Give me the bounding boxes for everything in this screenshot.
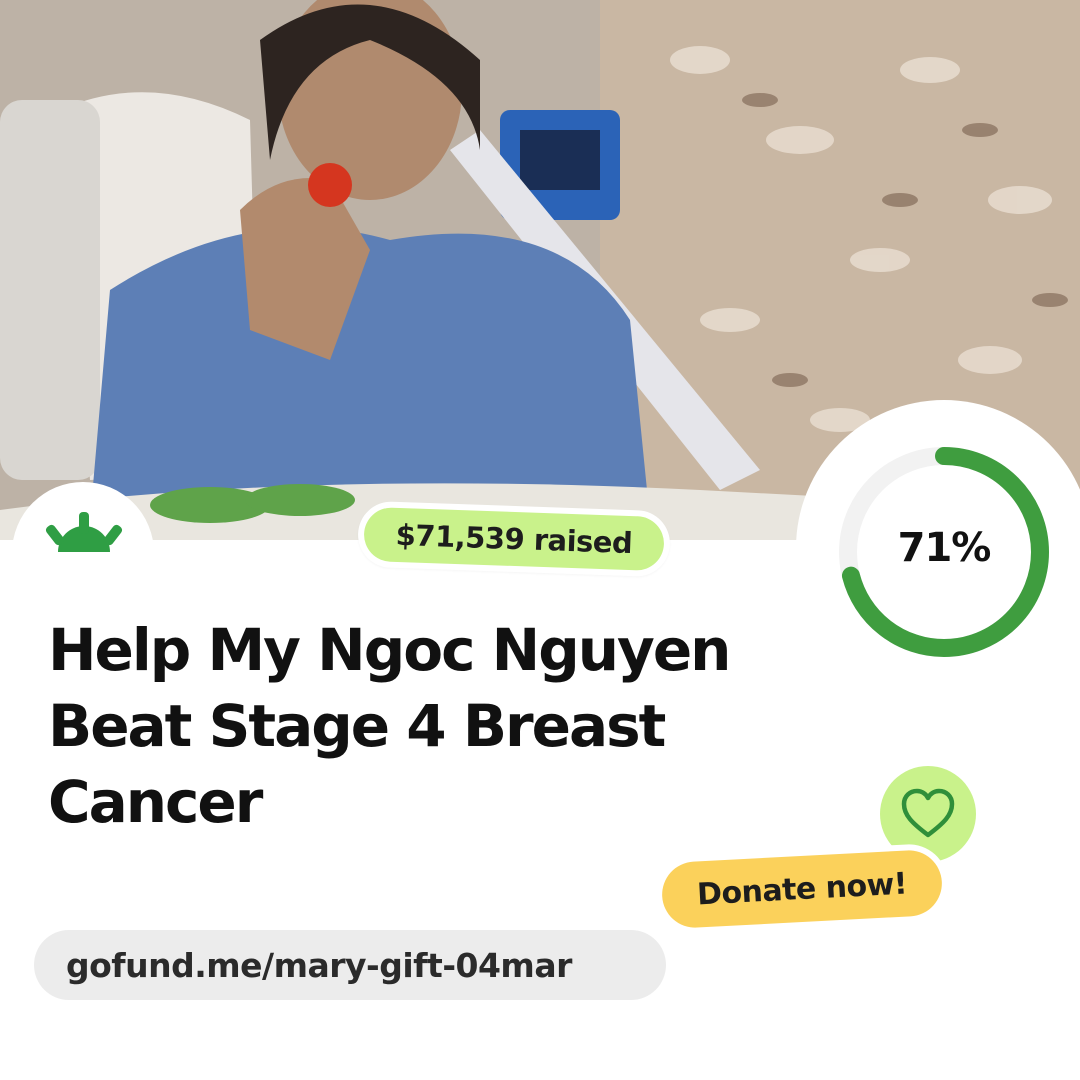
heart-icon — [901, 788, 955, 838]
fundraiser-card: $71,539 raised 71% Help My Ngoc Nguyen B… — [0, 0, 1080, 1080]
progress-percent: 71% — [897, 525, 992, 571]
donate-button[interactable]: Donate now! — [654, 842, 950, 936]
progress-ring: 71% — [796, 400, 1080, 696]
campaign-title: Help My Ngoc Nguyen Beat Stage 4 Breast … — [48, 616, 731, 836]
amount-raised-label: $71,539 raised — [363, 506, 665, 572]
gofundme-sunrise-icon — [45, 512, 123, 552]
campaign-url-link[interactable]: gofund.me/mary-gift-04mar — [34, 930, 666, 1000]
amount-raised-badge: $71,539 raised — [356, 500, 672, 578]
donate-button-label: Donate now! — [660, 848, 944, 930]
